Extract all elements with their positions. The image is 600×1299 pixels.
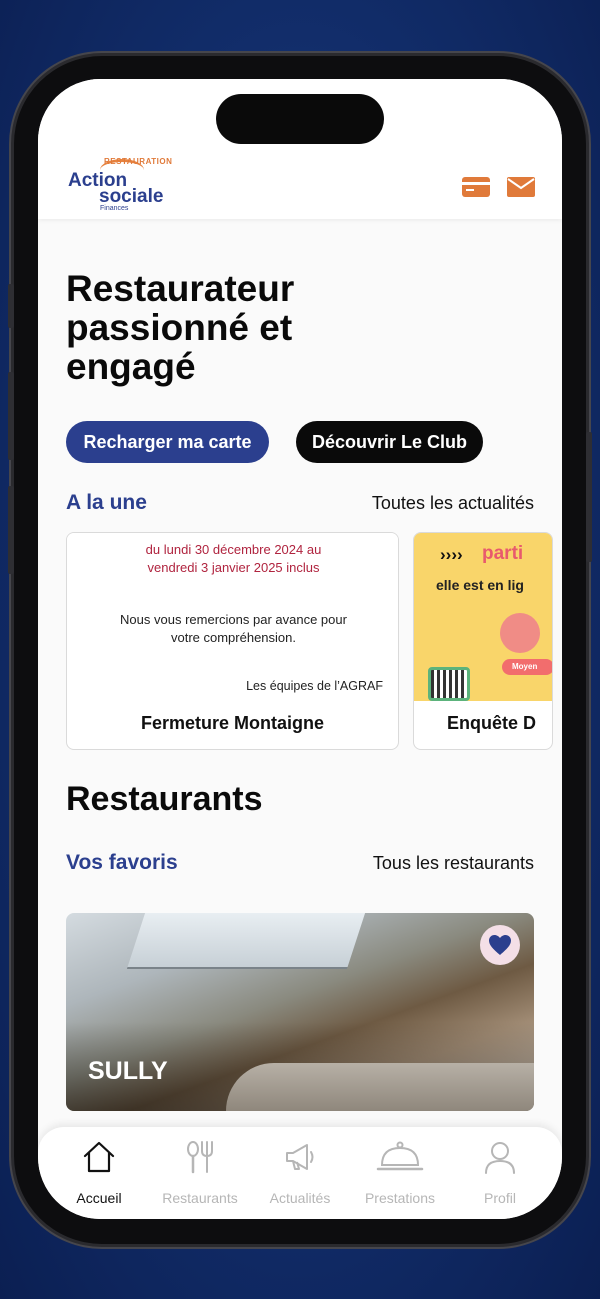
tab-label: Profil <box>484 1190 516 1206</box>
phone-side-button <box>8 284 14 328</box>
all-news-link[interactable]: Toutes les actualités <box>372 493 534 514</box>
phone-side-button <box>8 486 14 574</box>
restaurant-photo-counter <box>226 1063 534 1111</box>
news-card-image: ›››› parti elle est en lig Moyen <box>414 533 552 701</box>
news-image-signature: Les équipes de l’AGRAF <box>246 679 383 693</box>
page-title: Restaurateur passionné et engagé <box>66 268 295 387</box>
tab-prestations[interactable]: Prestations <box>350 1139 450 1209</box>
news-card-title: Fermeture Montaigne <box>140 713 325 733</box>
tab-label: Actualités <box>269 1190 331 1206</box>
news-card-title: Enquête D <box>447 713 537 733</box>
tab-label: Prestations <box>364 1190 436 1206</box>
tab-restaurants[interactable]: Restaurants <box>150 1139 250 1209</box>
phone-side-button <box>586 432 592 562</box>
discover-club-button[interactable]: Découvrir Le Club <box>296 421 483 463</box>
news-image-line: elle est en lig <box>436 577 524 593</box>
action-sociale-logo[interactable]: RESTAURATION Action sociale Finances <box>66 157 186 213</box>
megaphone-icon <box>286 1144 314 1170</box>
service-bell-icon <box>376 1141 424 1171</box>
logo-line-3: Finances <box>100 205 129 212</box>
news-image-body: Nous vous remercions par avance pour vot… <box>120 612 347 645</box>
sad-face-icon <box>500 613 540 653</box>
recharge-card-button[interactable]: Recharger ma carte <box>66 421 269 463</box>
tab-actualites[interactable]: Actualités <box>250 1139 350 1209</box>
tab-profil[interactable]: Profil <box>450 1139 550 1209</box>
tab-accueil[interactable]: Accueil <box>49 1139 149 1209</box>
all-restaurants-link[interactable]: Tous les restaurants <box>373 853 534 874</box>
qr-code-icon <box>428 667 470 701</box>
restaurant-photo-skylight <box>126 913 366 969</box>
heart-icon <box>489 935 511 955</box>
favorite-heart-button[interactable] <box>480 925 520 965</box>
restaurants-heading: Restaurants <box>66 780 263 818</box>
restaurant-name: SULLY <box>88 1057 168 1085</box>
mail-icon[interactable] <box>507 177 535 197</box>
news-image-word: parti <box>482 543 524 564</box>
restaurant-card[interactable]: SULLY <box>66 913 534 1111</box>
person-icon <box>485 1142 515 1174</box>
phone-side-button <box>8 372 14 460</box>
dynamic-island <box>216 94 384 144</box>
news-section-heading: A la une <box>66 491 147 514</box>
favorites-heading: Vos favoris <box>66 851 178 874</box>
tab-label: Restaurants <box>162 1190 238 1206</box>
app-screen: RESTAURATION Action sociale Finances Res… <box>38 79 562 1219</box>
news-image-pill: Moyen <box>502 659 552 675</box>
bottom-tab-bar: Accueil Restaurants Actualités Prestatio… <box>38 1127 562 1219</box>
card-icon[interactable] <box>462 177 490 197</box>
tab-label: Accueil <box>76 1190 122 1206</box>
news-image-dates: du lundi 30 décembre 2024 au vendredi 3 … <box>145 542 322 575</box>
news-card[interactable]: ›››› parti elle est en lig Moyen Enquête… <box>413 532 553 750</box>
news-card[interactable]: du lundi 30 décembre 2024 au vendredi 3 … <box>66 532 399 750</box>
news-image-arrows: ›››› <box>440 545 463 564</box>
home-icon <box>83 1141 115 1173</box>
logo-superscript: RESTAURATION <box>104 157 173 166</box>
cutlery-icon <box>187 1141 213 1174</box>
news-card-image: du lundi 30 décembre 2024 au vendredi 3 … <box>67 533 398 701</box>
